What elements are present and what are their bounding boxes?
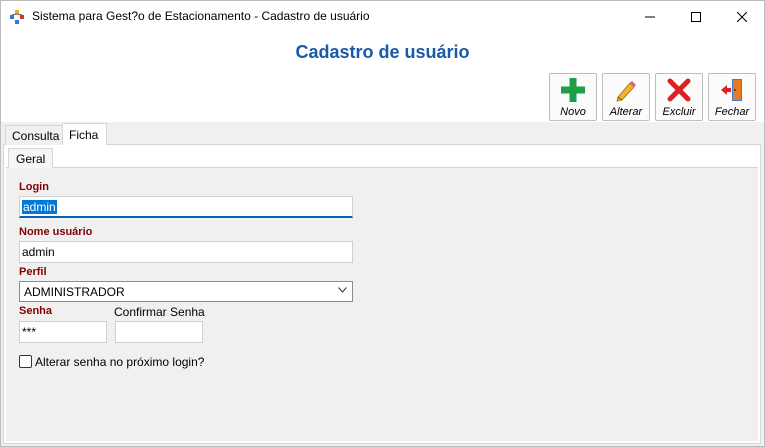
alterar-senha-label[interactable]: Alterar senha no próximo login? — [35, 355, 204, 369]
page-title: Cadastro de usuário — [295, 42, 470, 62]
window-title: Sistema para Gest?o de Estacionamento - … — [32, 9, 370, 23]
perfil-value: ADMINISTRADOR — [24, 285, 125, 299]
app-window: Sistema para Gest?o de Estacionamento - … — [0, 0, 765, 447]
senha-label: Senha — [19, 305, 53, 317]
subtab-geral[interactable]: Geral — [8, 148, 53, 168]
confirmar-senha-label: Confirmar Senha — [114, 305, 205, 319]
maximize-button[interactable] — [673, 1, 719, 32]
chevron-down-icon — [338, 287, 347, 293]
alterar-label: Alterar — [609, 106, 643, 118]
login-label: Login — [19, 181, 49, 193]
minimize-button[interactable] — [627, 1, 673, 32]
pencil-icon — [616, 81, 636, 102]
alterar-senha-checkbox[interactable] — [19, 355, 32, 368]
header-area: Cadastro de usuário Novo Alterar Excluir — [1, 32, 764, 122]
nome-usuario-label: Nome usuário — [19, 226, 93, 238]
novo-label: Novo — [560, 106, 586, 118]
close-button[interactable] — [719, 1, 765, 32]
excluir-button[interactable]: Excluir — [655, 73, 703, 121]
title-bar[interactable]: Sistema para Gest?o de Estacionamento - … — [1, 1, 764, 32]
perfil-select[interactable]: ADMINISTRADOR — [19, 281, 353, 302]
tab-ficha[interactable]: Ficha — [62, 123, 107, 145]
close-icon — [737, 11, 747, 22]
alterar-button[interactable]: Alterar — [602, 73, 650, 121]
excluir-label: Excluir — [662, 106, 696, 118]
nome-usuario-input[interactable]: admin — [19, 241, 353, 263]
app-icon — [10, 10, 24, 24]
perfil-label: Perfil — [19, 266, 47, 278]
delete-x-icon — [667, 78, 691, 102]
fechar-label: Fechar — [714, 106, 750, 118]
maximize-icon — [691, 11, 701, 22]
fechar-button[interactable]: Fechar — [708, 73, 756, 121]
plus-icon — [561, 78, 585, 102]
confirmar-senha-input[interactable] — [115, 321, 203, 343]
minimize-icon — [645, 16, 655, 17]
tab-consulta[interactable]: Consulta — [5, 125, 63, 145]
novo-button[interactable]: Novo — [549, 73, 597, 121]
senha-input[interactable]: *** — [19, 321, 107, 343]
login-value: admin — [22, 200, 57, 214]
login-input[interactable]: admin — [19, 196, 353, 218]
exit-door-icon — [721, 79, 742, 101]
